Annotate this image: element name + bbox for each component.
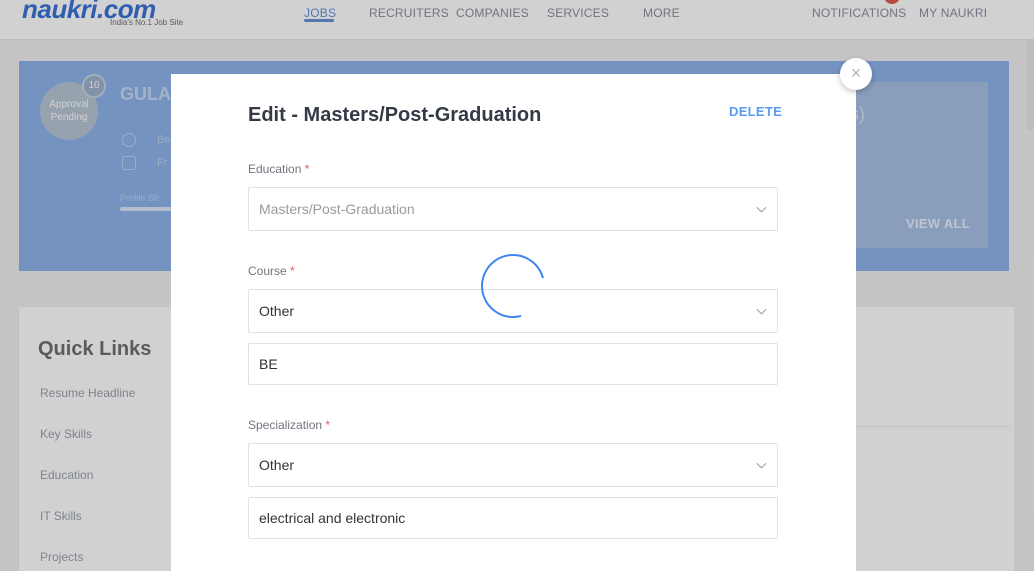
chevron-down-icon [756,458,767,469]
delete-button[interactable]: DELETE [729,104,782,119]
required-marker: * [304,162,310,176]
required-marker: * [290,264,295,278]
course-label-text: Course [248,264,287,278]
course-select-value: Other [259,303,295,319]
specialization-other-value: electrical and electronic [259,510,406,526]
page-scrollbar[interactable] [1027,40,1034,130]
chevron-down-icon [756,304,767,315]
education-select[interactable]: Masters/Post-Graduation [248,187,778,231]
course-other-value: BE [259,356,278,372]
specialization-label: Specialization * [248,418,330,432]
specialization-select[interactable]: Other [248,443,778,487]
close-icon[interactable]: × [840,58,872,90]
specialization-other-input[interactable]: electrical and electronic [248,497,778,539]
specialization-label-text: Specialization [248,418,323,432]
education-select-value: Masters/Post-Graduation [259,201,415,217]
education-label-text: Education [248,162,302,176]
education-label: Education * [248,162,309,176]
course-label: Course * [248,264,295,278]
course-other-input[interactable]: BE [248,343,778,385]
chevron-down-icon [756,202,767,213]
specialization-select-value: Other [259,457,295,473]
required-marker: * [325,418,331,432]
modal-title: Edit - Masters/Post-Graduation [248,104,542,126]
